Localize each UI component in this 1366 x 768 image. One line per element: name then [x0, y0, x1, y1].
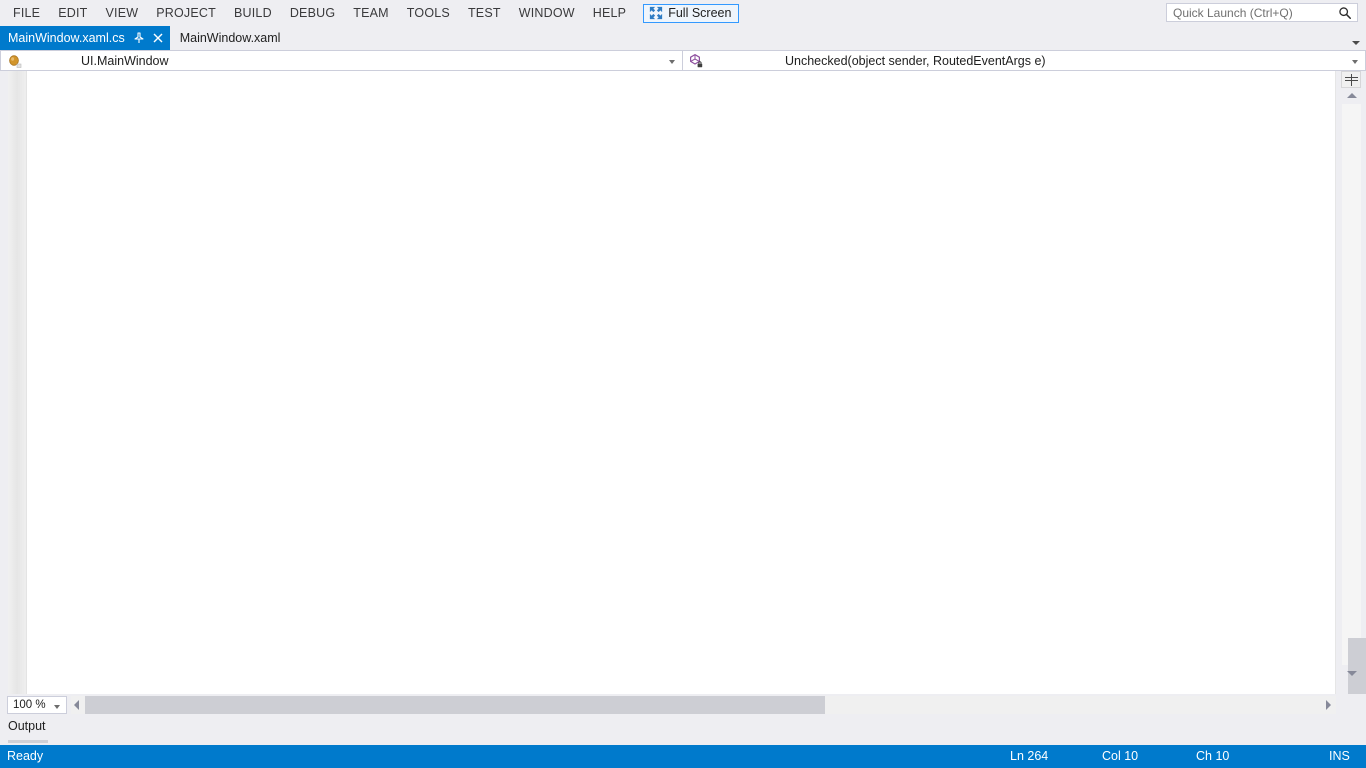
menu-tools[interactable]: TOOLS — [398, 3, 459, 23]
output-pane: Output — [0, 716, 1366, 744]
status-column-number: Col 10 — [1102, 749, 1139, 763]
chevron-left-icon[interactable] — [74, 700, 79, 710]
editor-bottom-bar: 100 % — [0, 694, 1366, 716]
tab-label: MainWindow.xaml.cs — [8, 31, 125, 45]
menu-help[interactable]: HELP — [584, 3, 635, 23]
status-ready-text: Ready — [7, 749, 44, 763]
menu-team[interactable]: TEAM — [344, 3, 398, 23]
status-character-number: Ch 10 — [1196, 749, 1230, 763]
chevron-up-icon[interactable] — [1347, 93, 1357, 98]
full-screen-button[interactable]: Full Screen — [643, 3, 740, 23]
menu-bar: FILE EDIT VIEW PROJECT BUILD DEBUG TEAM … — [0, 0, 1366, 26]
class-icon — [9, 54, 22, 68]
menu-edit[interactable]: EDIT — [49, 3, 96, 23]
tab-mainwindow-xaml-cs[interactable]: MainWindow.xaml.cs — [0, 26, 170, 50]
menu-view[interactable]: VIEW — [96, 3, 147, 23]
chevron-down-icon[interactable] — [1352, 60, 1358, 64]
vertical-scrollbar-track[interactable] — [1342, 104, 1366, 708]
zoom-level-dropdown[interactable]: 100 % — [7, 696, 67, 714]
tab-mainwindow-xaml[interactable]: MainWindow.xaml — [169, 26, 287, 50]
menu-build[interactable]: BUILD — [225, 3, 281, 23]
menu-project[interactable]: PROJECT — [147, 3, 225, 23]
split-window-icon[interactable] — [1341, 71, 1361, 88]
menu-test[interactable]: TEST — [459, 3, 510, 23]
search-icon — [1339, 6, 1351, 19]
quick-launch-input[interactable] — [1167, 5, 1338, 20]
fullscreen-expand-icon — [650, 6, 663, 20]
pin-icon[interactable] — [133, 32, 145, 44]
navigation-bar: UI.MainWindow Unchecked(object sender, R… — [0, 50, 1366, 71]
status-line-number: Ln 264 — [1010, 749, 1049, 763]
tab-overflow-chevron-down-icon[interactable] — [1352, 41, 1360, 45]
editor-vertical-scrollbar[interactable] — [1335, 71, 1366, 708]
menu-debug[interactable]: DEBUG — [281, 3, 344, 23]
chevron-down-icon[interactable] — [669, 60, 675, 64]
code-editor[interactable] — [0, 71, 1366, 694]
output-tab-underline — [8, 740, 48, 743]
member-dropdown[interactable]: Unchecked(object sender, RoutedEventArgs… — [683, 50, 1366, 71]
close-icon[interactable] — [152, 32, 164, 44]
status-bar: Ready Ln 264 Col 10 Ch 10 INS — [0, 745, 1366, 768]
chevron-right-icon[interactable] — [1326, 700, 1331, 710]
menu-window[interactable]: WINDOW — [510, 3, 584, 23]
type-dropdown[interactable]: UI.MainWindow — [0, 50, 683, 71]
menu-file[interactable]: FILE — [4, 3, 49, 23]
quick-launch-box[interactable] — [1166, 3, 1358, 22]
visual-studio-window: FILE EDIT VIEW PROJECT BUILD DEBUG TEAM … — [0, 0, 1366, 768]
full-screen-label: Full Screen — [668, 6, 732, 20]
output-tab-label[interactable]: Output — [8, 719, 46, 733]
zoom-level-value: 100 % — [13, 699, 46, 711]
status-insert-mode: INS — [1329, 749, 1350, 763]
editor-indicator-margin[interactable] — [8, 71, 27, 694]
editor-text-surface[interactable] — [27, 71, 1336, 694]
chevron-down-icon[interactable] — [1347, 671, 1357, 676]
member-dropdown-value: Unchecked(object sender, RoutedEventArgs… — [785, 53, 1046, 68]
chevron-down-icon[interactable] — [54, 705, 60, 709]
horizontal-scrollbar-thumb[interactable] — [85, 696, 825, 714]
document-tab-strip: MainWindow.xaml.cs MainWindow.xaml — [0, 26, 1366, 52]
type-dropdown-value: UI.MainWindow — [81, 53, 169, 68]
editor-horizontal-scrollbar[interactable] — [71, 696, 1336, 714]
tab-label: MainWindow.xaml — [179, 31, 281, 45]
private-method-icon — [690, 53, 703, 67]
